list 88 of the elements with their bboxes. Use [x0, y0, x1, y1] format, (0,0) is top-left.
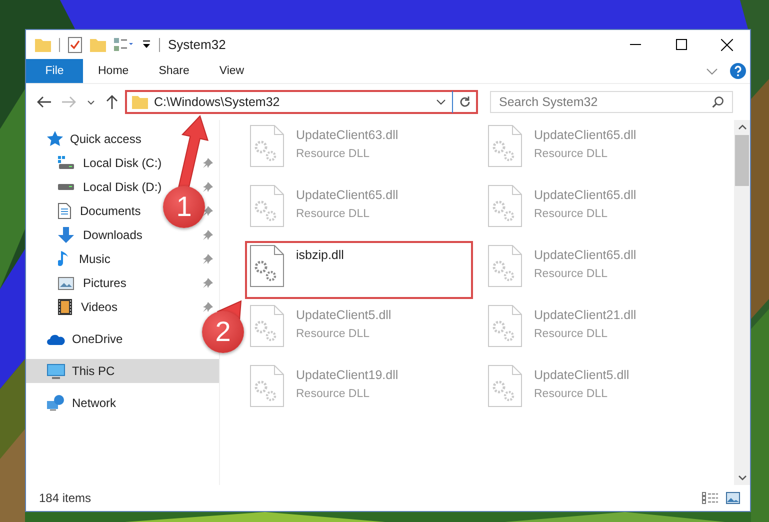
file-type: Resource DLL [534, 208, 609, 220]
window-title: System32 [168, 37, 226, 52]
file-type: Resource DLL [296, 208, 371, 220]
view-options-icon[interactable] [114, 38, 134, 52]
drive-icon [58, 183, 74, 191]
nav-item[interactable]: OneDrive [26, 327, 129, 351]
nav-item[interactable]: Network [26, 391, 122, 415]
cloud-icon [47, 333, 65, 345]
file-name: UpdateClient5.dll [296, 308, 392, 322]
address-bar[interactable]: C:\Windows\System32 [125, 90, 478, 114]
pin-icon[interactable] [203, 278, 213, 288]
pin-icon[interactable] [203, 230, 213, 240]
scroll-thumb[interactable] [735, 135, 749, 186]
ribbon-tab[interactable]: Home [83, 59, 144, 83]
dll-file-icon [488, 125, 522, 167]
up-icon[interactable] [106, 95, 118, 109]
file-type: Resource DLL [534, 148, 609, 160]
dll-file-icon [488, 365, 522, 407]
file-name: UpdateClient65.dll [534, 248, 636, 262]
properties-icon[interactable] [68, 36, 82, 52]
file-name: UpdateClient65.dll [534, 188, 636, 202]
dll-file-icon [488, 305, 522, 347]
dropdown-icon[interactable] [142, 40, 151, 49]
large-icons-view-icon[interactable] [726, 492, 740, 504]
scroll-up-icon[interactable] [738, 124, 746, 130]
ribbon-tab[interactable]: Share [144, 59, 204, 83]
file-name: UpdateClient19.dll [296, 368, 398, 382]
expand-ribbon-icon[interactable] [706, 68, 718, 74]
picture-icon [58, 276, 74, 290]
dll-file-icon [488, 245, 522, 287]
nav-item[interactable]: Music [26, 247, 110, 271]
dll-file-icon [250, 245, 284, 287]
pin-icon[interactable] [203, 182, 213, 192]
address-path: C:\Windows\System32 [154, 95, 281, 109]
ribbon-tab[interactable]: File [26, 59, 83, 83]
pin-icon[interactable] [203, 206, 213, 216]
recent-locations-icon[interactable] [87, 100, 95, 104]
scrollbar[interactable] [734, 120, 750, 485]
nav-item[interactable]: Documents [26, 199, 141, 223]
document-icon [58, 203, 71, 219]
music-icon [58, 251, 70, 267]
details-view-icon[interactable] [702, 492, 718, 504]
pin-icon[interactable] [203, 158, 213, 168]
file-name: UpdateClient5.dll [534, 368, 630, 382]
file-name: UpdateClient65.dll [534, 128, 636, 142]
file-name: UpdateClient63.dll [296, 128, 398, 142]
dll-file-icon [488, 185, 522, 227]
download-icon [58, 227, 74, 243]
drive-icon [58, 156, 74, 170]
nav-item[interactable]: Quick access [26, 127, 148, 151]
nav-item[interactable]: Videos [26, 295, 118, 319]
file-tile[interactable]: isbzip.dll [245, 241, 473, 299]
pin-icon[interactable] [203, 254, 213, 264]
close-icon[interactable] [721, 38, 733, 50]
dll-file-icon [250, 125, 284, 167]
search-field[interactable]: Search System32 [490, 91, 733, 113]
dll-file-icon [250, 365, 284, 407]
star-icon [47, 131, 63, 147]
help-icon[interactable] [730, 63, 746, 79]
dropdown-icon[interactable] [436, 99, 446, 105]
file-type: Resource DLL [296, 388, 371, 400]
dll-file-icon [250, 305, 284, 347]
refresh-icon[interactable] [459, 96, 471, 108]
nav-item[interactable]: Pictures [26, 271, 126, 295]
dll-file-icon [250, 185, 284, 227]
nav-item[interactable]: Downloads [26, 223, 142, 247]
file-name: UpdateClient65.dll [296, 188, 398, 202]
ribbon-tab[interactable]: View [204, 59, 260, 83]
folder-icon [132, 95, 148, 109]
file-type: Resource DLL [296, 328, 371, 340]
pin-icon[interactable] [203, 302, 213, 312]
computer-icon [47, 364, 65, 378]
file-type: Resource DLL [534, 328, 609, 340]
network-icon [47, 395, 65, 411]
nav-item[interactable]: This PC [26, 359, 219, 383]
file-type: Resource DLL [534, 268, 609, 280]
item-count: 184 items [39, 491, 92, 505]
file-name: UpdateClient21.dll [534, 308, 636, 322]
back-icon[interactable] [37, 96, 51, 108]
file-type: Resource DLL [534, 388, 609, 400]
scroll-down-icon[interactable] [738, 475, 746, 481]
file-name: isbzip.dll [296, 248, 344, 262]
nav-item[interactable]: Local Disk (D:) [26, 175, 162, 199]
file-type: Resource DLL [296, 148, 371, 160]
maximize-icon[interactable] [676, 39, 686, 50]
film-icon [58, 299, 72, 315]
search-icon[interactable] [712, 96, 724, 108]
nav-item[interactable]: Local Disk (C:) [26, 151, 162, 175]
